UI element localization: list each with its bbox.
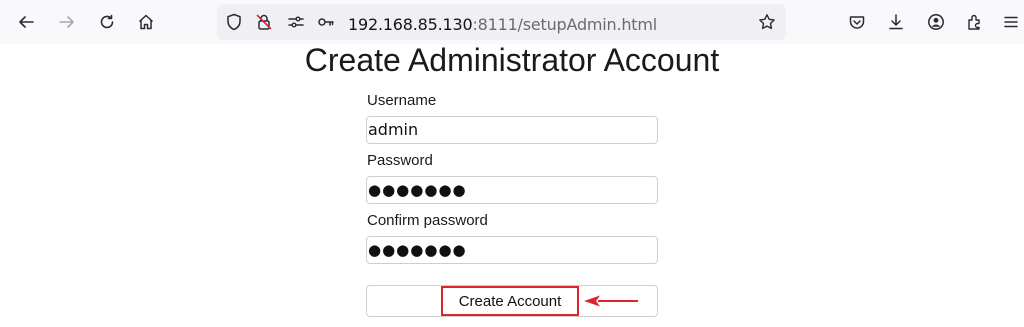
pocket-icon — [849, 16, 865, 29]
shield-icon[interactable] — [225, 13, 243, 31]
username-input[interactable]: admin — [366, 116, 658, 144]
url-bar[interactable]: 192.168.85.130:8111/setupAdmin.html — [217, 4, 786, 40]
page-title: Create Administrator Account — [304, 42, 720, 78]
username-label: Username — [367, 92, 437, 109]
home-icon — [138, 14, 154, 30]
password-input[interactable]: ●●●●●●● — [366, 176, 658, 204]
url-path: :8111/setupAdmin.html — [472, 15, 658, 34]
download-icon — [889, 14, 903, 30]
menu-button[interactable] — [996, 7, 1024, 37]
account-button[interactable] — [921, 7, 951, 37]
extensions-icon — [968, 14, 980, 30]
account-icon — [928, 14, 944, 30]
highlight-arrow — [584, 295, 638, 307]
no-tracking-icon[interactable] — [255, 13, 273, 31]
pocket-button[interactable] — [842, 7, 872, 37]
back-button[interactable] — [11, 7, 41, 37]
url-host: 192.168.85.130 — [348, 15, 473, 34]
url-text[interactable]: 192.168.85.130:8111/setupAdmin.html — [348, 15, 657, 34]
forward-button[interactable] — [52, 7, 82, 37]
extensions-button[interactable] — [960, 7, 990, 37]
back-icon — [19, 16, 34, 28]
bookmark-star-icon[interactable] — [758, 13, 776, 31]
home-button[interactable] — [131, 7, 161, 37]
confirm-password-input[interactable]: ●●●●●●● — [366, 236, 658, 264]
reload-button[interactable] — [92, 7, 122, 37]
permissions-icon[interactable] — [287, 13, 305, 31]
download-button[interactable] — [881, 7, 911, 37]
confirm-password-label: Confirm password — [367, 212, 488, 229]
password-label: Password — [367, 152, 433, 169]
reload-icon — [100, 14, 114, 29]
create-account-button[interactable]: Create Account — [441, 286, 579, 316]
forward-icon — [59, 16, 74, 28]
browser-toolbar: 192.168.85.130:8111/setupAdmin.html — [0, 0, 1024, 44]
key-icon[interactable] — [317, 13, 335, 31]
menu-icon — [1004, 16, 1018, 28]
